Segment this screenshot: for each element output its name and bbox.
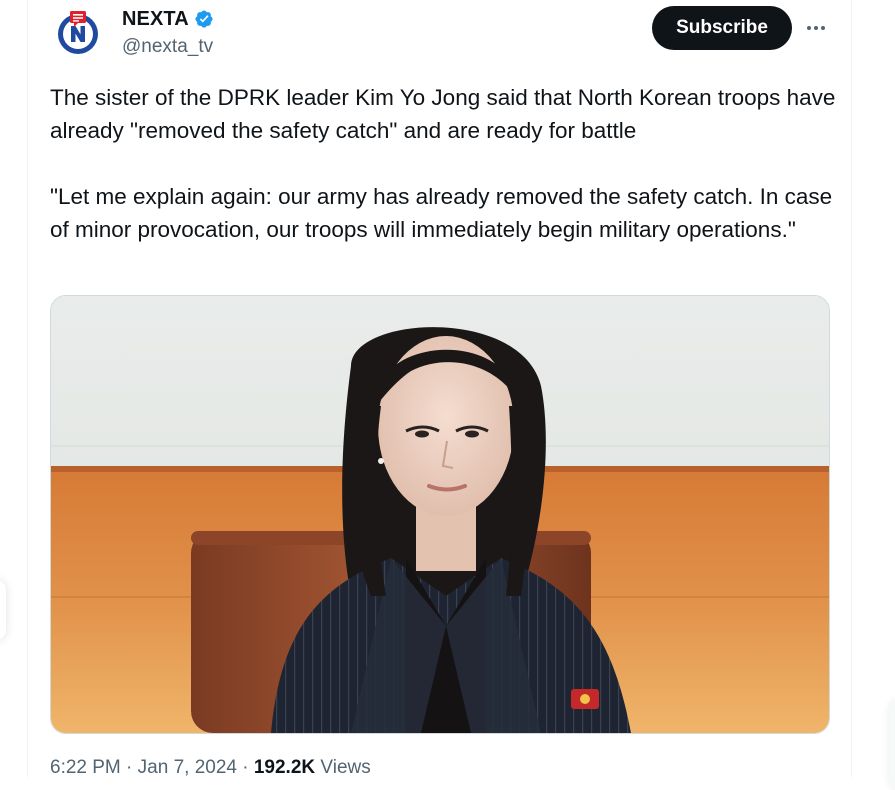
- side-panel-edge: [0, 580, 6, 640]
- timeline-divider-left: [27, 0, 28, 777]
- subscribe-button[interactable]: Subscribe: [652, 6, 792, 50]
- avatar[interactable]: [54, 8, 102, 56]
- nexta-logo-icon: [58, 11, 98, 54]
- tweet-metadata: 6:22 PM · Jan 7, 2024 · 192.2K Views: [50, 757, 371, 779]
- tweet-text: The sister of the DPRK leader Kim Yo Jon…: [50, 81, 840, 246]
- tweet-date[interactable]: Jan 7, 2024: [138, 757, 237, 778]
- author-name-row[interactable]: NEXTA: [122, 7, 214, 31]
- meta-separator: ·: [126, 757, 133, 778]
- tweet-photo[interactable]: [50, 295, 830, 734]
- author-handle[interactable]: @nexta_tv: [122, 36, 213, 58]
- tweet-paragraph: The sister of the DPRK leader Kim Yo Jon…: [50, 85, 836, 143]
- photo-illustration: [51, 296, 829, 733]
- views-count[interactable]: 192.2K: [254, 757, 315, 778]
- tweet-paragraph: "Let me explain again: our army has alre…: [50, 184, 833, 242]
- tweet-time[interactable]: 6:22 PM: [50, 757, 121, 778]
- views-label: Views: [320, 757, 371, 778]
- verified-badge-icon[interactable]: [194, 9, 214, 29]
- more-options-icon[interactable]: [804, 14, 828, 42]
- meta-separator: ·: [242, 757, 249, 778]
- timeline-divider-right: [851, 0, 852, 777]
- author-display-name[interactable]: NEXTA: [122, 8, 189, 31]
